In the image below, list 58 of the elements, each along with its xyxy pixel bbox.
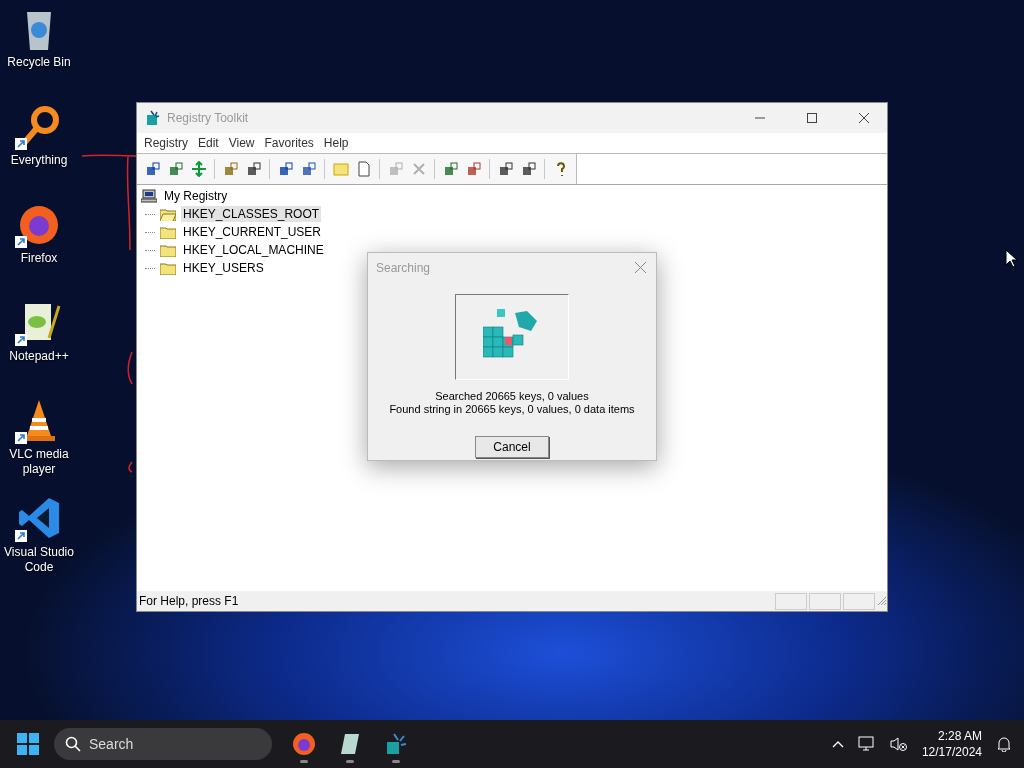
search-field[interactable]: Search [54, 728, 272, 760]
progress-text: Searched 20665 keys, 0 values [435, 390, 589, 403]
notepad-icon [339, 732, 361, 756]
app-icon [145, 110, 161, 126]
squares-icon [277, 161, 294, 177]
maximize-icon [807, 113, 817, 123]
tree-item[interactable]: HKEY_CURRENT_USER [181, 224, 324, 240]
window-title: Registry Toolkit [167, 111, 249, 125]
menu-item[interactable]: View [223, 136, 260, 150]
computer-icon [141, 189, 157, 203]
mouse-pointer-icon [1005, 249, 1017, 268]
search-icon [65, 736, 81, 752]
menu-item[interactable]: Favorites [259, 136, 319, 150]
squares-icon [144, 161, 161, 177]
status-pane [775, 592, 807, 610]
squares-icon [222, 161, 239, 177]
desktop-icon-label[interactable]: Notepad++ [9, 349, 69, 364]
tree-item[interactable]: HKEY_CLASSES_ROOT [181, 206, 322, 222]
document-icon [355, 161, 372, 177]
menu-item[interactable]: Registry [139, 136, 193, 150]
resize-grip-icon[interactable] [877, 596, 887, 606]
clock-time[interactable]: 2:28 AM [937, 728, 982, 744]
clock-date[interactable]: 12/17/2024 [921, 744, 982, 760]
tree-item[interactable]: My Registry [162, 188, 230, 204]
desktop-icon-label[interactable]: VLC media player [0, 447, 78, 477]
squares-icon [245, 161, 262, 177]
squares-icon [167, 161, 184, 177]
folder-icon [160, 261, 176, 275]
desktop-icon-label[interactable]: Firefox [20, 251, 58, 266]
folder-icon [160, 243, 176, 257]
squares-icon [520, 161, 537, 177]
cancel-button[interactable]: Cancel [475, 436, 549, 458]
tree-item[interactable]: HKEY_LOCAL_MACHINE [181, 242, 326, 258]
status-text: For Help, press F1 [139, 594, 239, 608]
progress-text: Found string in 20665 keys, 0 values, 0 data items [389, 403, 635, 416]
close-icon [635, 261, 646, 273]
move-arrows-icon [190, 161, 207, 177]
folder-icon [332, 161, 349, 177]
folder-icon [160, 207, 176, 221]
desktop-icon-label[interactable]: Visual Studio Code [0, 545, 78, 575]
squares-icon [300, 161, 317, 177]
menu-item[interactable]: Help [318, 136, 354, 150]
x-icon [410, 161, 427, 177]
dialog-title: Searching [376, 261, 432, 275]
menu-item[interactable]: Edit [193, 136, 224, 150]
tree-item[interactable]: HKEY_USERS [181, 260, 266, 276]
windows-logo-icon [17, 733, 39, 755]
squares-icon [387, 161, 404, 177]
desktop-icon-label[interactable]: Everything [10, 153, 68, 168]
status-pane [843, 592, 875, 610]
cube-sparkle-icon [384, 732, 408, 756]
desktop-icon-label[interactable]: Recycle Bin [7, 55, 71, 70]
squares-icon [465, 161, 482, 177]
squares-icon [497, 161, 514, 177]
close-icon [859, 113, 869, 123]
folder-icon [160, 225, 176, 239]
status-pane [809, 592, 841, 610]
squares-icon [442, 161, 459, 177]
